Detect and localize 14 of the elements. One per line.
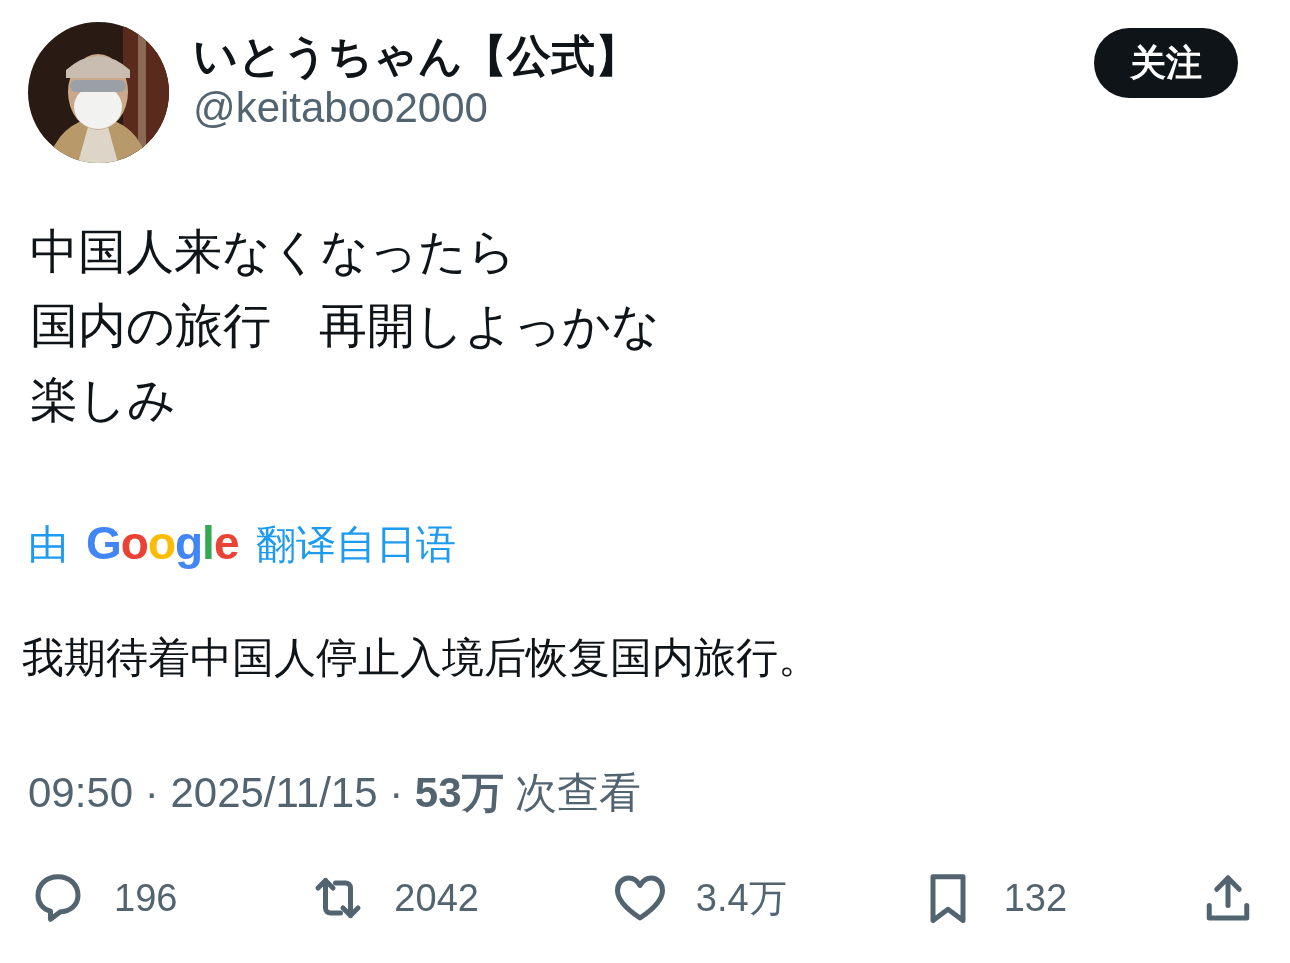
- translation-label: 由: [28, 520, 68, 568]
- like-button[interactable]: 3.4万: [609, 868, 787, 928]
- display-name: いとうちゃん【公式】: [193, 30, 640, 82]
- post-text-line: 楽しみ: [30, 372, 176, 428]
- post-text-line: 国内の旅行 再開しよっかな: [30, 298, 660, 354]
- repost-button[interactable]: 2042: [308, 868, 479, 928]
- follow-button[interactable]: 关注: [1094, 28, 1238, 98]
- translated-text: 我期待着中国人停止入境后恢复国内旅行。: [22, 633, 821, 683]
- post-meta: 09:50 · 2025/11/15 · 53万 次查看: [28, 768, 643, 818]
- user-handle: @keitaboo2000: [193, 82, 489, 133]
- reply-button[interactable]: 196: [28, 868, 178, 928]
- google-logo: Google: [86, 516, 239, 571]
- bookmark-button[interactable]: 132: [917, 868, 1068, 928]
- post-text-line: 中国人来なくなったら: [30, 224, 516, 280]
